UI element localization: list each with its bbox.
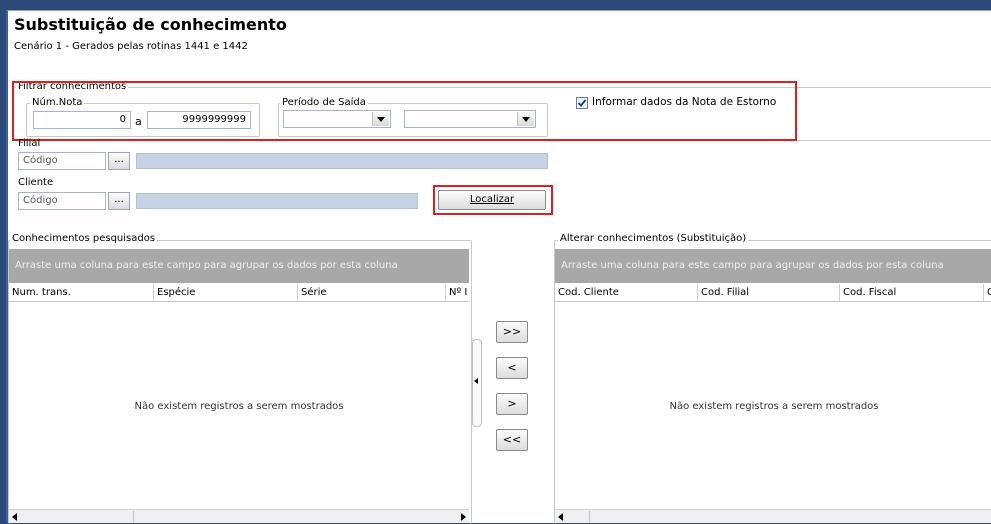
cliente-ellipsis-button[interactable]: ... [108, 192, 130, 210]
scroll-left-icon[interactable] [558, 513, 563, 521]
remove-one-button[interactable]: < [496, 357, 528, 379]
highlight-localizar [433, 185, 553, 215]
add-one-button[interactable]: > [496, 393, 528, 415]
add-all-button[interactable]: >> [496, 321, 528, 343]
column-header[interactable]: Cod. Fiscal [839, 284, 983, 301]
scroll-thumb[interactable] [569, 511, 590, 522]
left-grid-header: Num. trans. Espécie Série Nº I [9, 284, 469, 302]
column-header[interactable]: Nº I [445, 284, 471, 301]
scroll-right-icon[interactable] [461, 513, 466, 521]
collapse-arrow-icon[interactable] [474, 378, 478, 384]
left-group-by-area[interactable]: Arraste uma coluna para este campo para … [9, 249, 469, 283]
cliente-label: Cliente [18, 177, 54, 188]
filial-name-display [136, 153, 548, 169]
filial-label: Filial [18, 138, 41, 149]
highlight-filter [12, 81, 797, 141]
scroll-left-icon[interactable] [12, 513, 17, 521]
right-horizontal-scrollbar[interactable] [555, 509, 991, 523]
column-header[interactable]: Cod. Cliente [555, 284, 696, 301]
filial-code-placeholder: Código [23, 155, 58, 166]
main-window: Substituição de conhecimento Cenário 1 -… [6, 10, 991, 524]
left-horizontal-scrollbar[interactable] [9, 509, 469, 523]
right-panel-label: Alterar conhecimentos (Substituição) [558, 233, 749, 244]
page-title: Substituição de conhecimento [14, 15, 287, 34]
cliente-code-input[interactable]: Código [18, 192, 106, 210]
right-group-by-area[interactable]: Arraste uma coluna para este campo para … [555, 249, 991, 283]
cliente-code-placeholder: Código [23, 195, 58, 206]
remove-all-button[interactable]: << [496, 429, 528, 451]
splitter-handle[interactable] [472, 339, 482, 427]
column-header[interactable]: Série [297, 284, 447, 301]
column-header[interactable]: Espécie [153, 284, 297, 301]
right-empty-message: Não existem registros a serem mostrados [669, 401, 879, 412]
column-header[interactable]: Cod. Filial [697, 284, 839, 301]
column-header[interactable]: C [983, 284, 991, 301]
cliente-name-display [136, 193, 418, 209]
right-grid-header: Cod. Cliente Cod. Filial Cod. Fiscal C [555, 284, 991, 302]
page-subtitle: Cenário 1 - Gerados pelas rotinas 1441 e… [14, 41, 248, 52]
filial-ellipsis-button[interactable]: ... [108, 152, 130, 170]
left-panel-label: Conhecimentos pesquisados [10, 233, 158, 244]
left-empty-message: Não existem registros a serem mostrados [134, 401, 344, 412]
column-header[interactable]: Num. trans. [9, 284, 152, 301]
filial-code-input[interactable]: Código [18, 152, 106, 170]
scroll-thumb[interactable] [23, 511, 134, 522]
